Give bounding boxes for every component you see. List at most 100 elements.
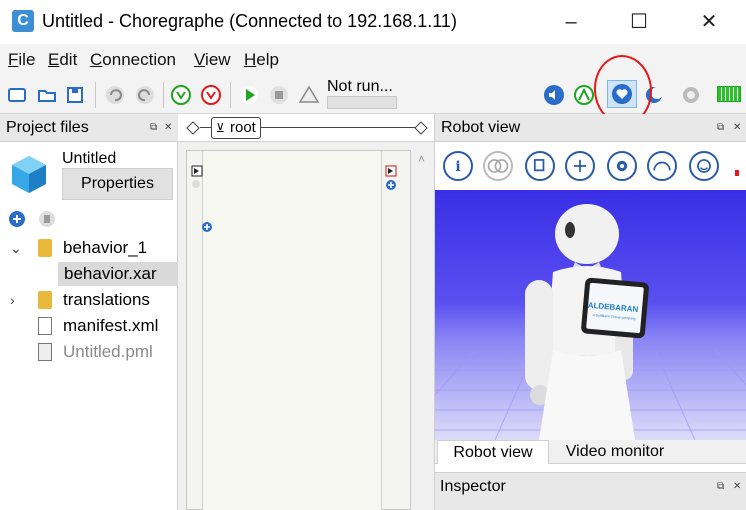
pin-icon[interactable]: ⧉ <box>717 114 724 142</box>
pml-file-icon <box>38 343 52 361</box>
input-port-icon[interactable] <box>191 179 201 189</box>
undo-icon[interactable] <box>104 84 126 106</box>
chevron-right-icon[interactable]: › <box>10 288 26 312</box>
menu-connection-mnemonic: C <box>90 50 103 69</box>
battery-icon <box>717 86 741 102</box>
robot-view-panel: Robot view ⧉ ✕ i ALDEBARAN A SoftBank Gr… <box>434 114 746 510</box>
open-file-icon[interactable] <box>36 84 58 106</box>
inspector-title: Inspector <box>440 478 506 495</box>
menu-connection-label: onnection <box>102 50 177 69</box>
menu-view[interactable]: View <box>194 50 231 70</box>
tree-item-label: behavior.xar <box>64 264 157 283</box>
title-bar: C Untitled - Choregraphe (Connected to 1… <box>0 0 746 44</box>
project-files-header: Project files ⧉ ✕ <box>0 114 178 142</box>
properties-button[interactable]: Properties <box>62 168 173 200</box>
maximize-button[interactable]: ☐ <box>624 8 654 36</box>
add-output-icon[interactable] <box>385 179 397 191</box>
laser-icon[interactable] <box>565 151 595 181</box>
tab-video-monitor[interactable]: Video monitor <box>555 440 675 464</box>
play-icon[interactable] <box>238 84 260 106</box>
pepper-robot-icon <box>525 204 649 440</box>
red-indicator <box>735 170 739 176</box>
new-file-icon[interactable] <box>6 84 28 106</box>
tree-item-translations-folder[interactable]: › translations <box>0 288 178 312</box>
chevron-down-icon[interactable]: ⌄ <box>10 236 26 260</box>
add-input-icon[interactable] <box>201 221 213 233</box>
menu-edit-label: dit <box>59 50 78 69</box>
animation-mode-icon[interactable] <box>573 84 595 106</box>
tree-item-label: manifest.xml <box>63 316 159 335</box>
tree-item-label: behavior_1 <box>63 238 148 257</box>
redo-icon[interactable] <box>134 84 156 106</box>
menu-view-label: iew <box>205 50 231 69</box>
tree-item-behavior-folder[interactable]: ⌄ behavior_1 <box>0 236 178 260</box>
menu-edit-mnemonic: E <box>48 50 60 69</box>
menu-file-label: ile <box>18 50 36 69</box>
down-arrow-icon: ⊻ <box>216 121 225 135</box>
toolbar-separator <box>230 82 231 108</box>
robot-view-title: Robot view <box>441 119 521 136</box>
toolbar-separator <box>95 82 96 108</box>
vertical-scrollbar[interactable]: ˄ <box>414 150 432 510</box>
menu-view-mnemonic: V <box>194 50 206 69</box>
input-onstart-icon[interactable] <box>191 165 203 177</box>
menu-file[interactable]: File <box>8 50 35 70</box>
sonar-icon[interactable] <box>525 151 555 181</box>
delete-file-icon[interactable] <box>38 210 56 228</box>
svg-text:i: i <box>455 159 460 175</box>
project-name: Untitled <box>62 150 117 167</box>
menu-file-mnemonic: F <box>8 50 19 69</box>
tab-robot-view[interactable]: Robot view <box>437 440 549 464</box>
tree-item-pml[interactable]: Untitled.pml <box>0 340 178 364</box>
display-settings-icon[interactable] <box>483 151 513 181</box>
behavior-status: Not run... <box>327 78 393 95</box>
robot-view-toolbar: i <box>435 142 746 186</box>
save-icon[interactable] <box>64 84 86 106</box>
minimize-button[interactable]: – <box>556 8 586 36</box>
settings-gear-icon[interactable] <box>607 151 637 181</box>
connect-icon[interactable] <box>170 84 192 106</box>
robot-view-tabs: Robot view Video monitor <box>435 440 746 464</box>
menu-connection[interactable]: Connection <box>90 50 176 70</box>
close-button[interactable]: ✕ <box>694 8 724 36</box>
stiffness-icon[interactable] <box>680 84 702 106</box>
add-file-icon[interactable] <box>8 210 26 228</box>
flow-canvas[interactable] <box>186 150 411 510</box>
pin-icon[interactable]: ⧉ <box>717 473 724 501</box>
tree-item-label: translations <box>63 290 150 309</box>
close-panel-icon[interactable]: ✕ <box>733 114 741 142</box>
diamond-icon <box>414 121 428 135</box>
menu-help-label: elp <box>256 50 279 69</box>
file-icon <box>38 317 52 335</box>
robot-3d-viewport[interactable]: ALDEBARAN A SoftBank Group company <box>435 190 746 440</box>
project-files-panel: Project files ⧉ ✕ Untitled Properties ⌄ … <box>0 114 178 510</box>
folder-icon <box>38 239 52 257</box>
disconnect-icon[interactable] <box>200 84 222 106</box>
tree-item-manifest[interactable]: manifest.xml <box>0 314 178 338</box>
root-label: root <box>230 119 256 136</box>
output-onstopped-icon[interactable] <box>385 165 397 177</box>
robot-view-header: Robot view ⧉ ✕ <box>435 114 746 142</box>
volume-icon[interactable] <box>543 84 565 106</box>
scroll-up-icon[interactable]: ˄ <box>418 152 425 166</box>
root-tab[interactable]: ⊻ root <box>211 117 261 139</box>
menu-edit[interactable]: Edit <box>48 50 77 70</box>
pin-icon[interactable]: ⧉ <box>150 114 157 142</box>
tree-item-label: Untitled.pml <box>63 342 153 361</box>
close-panel-icon[interactable]: ✕ <box>164 114 172 142</box>
diagram-area[interactable] <box>202 151 382 510</box>
info-icon[interactable]: i <box>443 151 473 181</box>
tree-item-behavior-xar[interactable]: behavior.xar <box>58 262 178 286</box>
inspector-header: Inspector ⧉ ✕ <box>435 472 746 510</box>
stop-icon[interactable] <box>268 84 290 106</box>
close-panel-icon[interactable]: ✕ <box>733 473 741 501</box>
face-detection-icon[interactable] <box>689 151 719 181</box>
robot-3d-scene: ALDEBARAN A SoftBank Group company <box>435 204 746 440</box>
fov-icon[interactable] <box>647 151 677 181</box>
choregraphe-app-icon: C <box>12 10 34 32</box>
diamond-icon <box>186 121 200 135</box>
toolbar-separator <box>163 82 164 108</box>
menu-help[interactable]: Help <box>244 50 279 70</box>
debug-icon[interactable] <box>298 84 320 106</box>
project-files-title: Project files <box>6 119 89 136</box>
